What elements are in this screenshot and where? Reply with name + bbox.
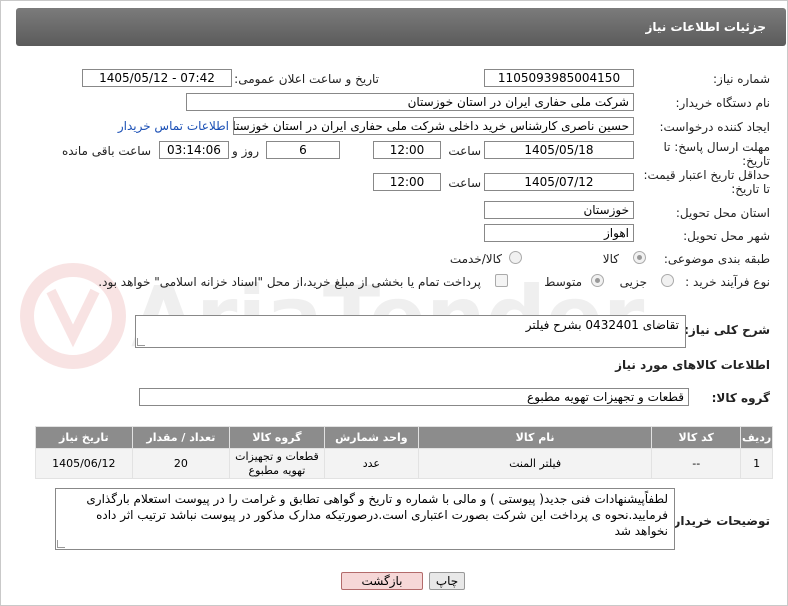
buyer-notes-text: لطفاًپیشنهادات فنی جدید( پیوستی ) و مالی… xyxy=(86,492,668,538)
goods-group-label: گروه کالا: xyxy=(711,391,770,405)
reply-deadline-label: مهلت ارسال پاسخ: تا xyxy=(663,140,770,154)
goods-group-field: قطعات و تجهیزات تهویه مطبوع xyxy=(139,388,689,406)
category-option-goods: کالا xyxy=(602,252,619,266)
reply-time-field: 12:00 xyxy=(373,141,441,159)
remaining-label: ساعت باقی مانده xyxy=(61,144,151,158)
price-date-field: 1405/07/12 xyxy=(484,173,634,191)
cell-row: 1 xyxy=(740,448,773,479)
process-radio-medium[interactable] xyxy=(591,274,604,287)
price-time-field: 12:00 xyxy=(373,173,441,191)
page-frame: جزئیات اطلاعات نیاز AriaTender.net شماره… xyxy=(0,0,788,606)
col-header-unit: واحد شمارش xyxy=(323,426,420,449)
category-radio-goods[interactable] xyxy=(633,251,646,264)
treasury-payment-checkbox[interactable] xyxy=(495,274,508,287)
back-button[interactable]: بازگشت xyxy=(341,572,423,590)
cell-group-text: قطعات و تجهیزات تهویه مطبوع xyxy=(235,449,319,477)
days-label: روز و xyxy=(232,144,259,158)
category-option-goods-service: کالا/خدمت xyxy=(449,252,502,266)
cell-name: فیلتر المنت xyxy=(418,448,653,479)
description-label: شرح کلی نیاز: xyxy=(684,323,770,337)
buyer-org-field: شرکت ملی حفاری ایران در استان خوزستان xyxy=(186,93,634,111)
announce-label: تاریخ و ساعت اعلان عمومی: xyxy=(234,72,379,86)
page-title: جزئیات اطلاعات نیاز xyxy=(16,8,786,46)
city-field: اهواز xyxy=(484,224,634,242)
process-radio-minor[interactable] xyxy=(661,274,674,287)
resize-handle-icon[interactable] xyxy=(137,338,145,346)
buyer-contact-link[interactable]: اطلاعات تماس خریدار xyxy=(118,119,229,133)
cell-date: 1405/06/12 xyxy=(35,448,133,479)
category-label: طبقه بندی موضوعی: xyxy=(663,252,770,266)
price-time-label: ساعت xyxy=(448,176,481,190)
goods-section-title: اطلاعات کالاهای مورد نیاز xyxy=(615,358,770,372)
announce-field: 1405/05/12 - 07:42 xyxy=(82,69,232,87)
creator-label: ایجاد کننده درخواست: xyxy=(659,120,770,134)
cell-quantity: 20 xyxy=(131,448,231,479)
reply-date-field: 1405/05/18 xyxy=(484,141,634,159)
col-header-row: ردیف xyxy=(740,426,773,449)
reply-time-label: ساعت xyxy=(448,144,481,158)
process-option-medium: متوسط xyxy=(544,275,582,289)
cell-group: قطعات و تجهیزات تهویه مطبوع xyxy=(229,448,325,479)
city-label: شهر محل تحویل: xyxy=(683,229,770,243)
need-number-field: 1105093985004150 xyxy=(484,69,634,87)
category-radio-goods-service[interactable] xyxy=(509,251,522,264)
reply-deadline-label-2: تاریخ: xyxy=(742,154,770,168)
col-header-name: نام کالا xyxy=(418,426,653,449)
province-field: خوزستان xyxy=(484,201,634,219)
cell-code: -- xyxy=(651,448,742,479)
buyer-notes-label: توضیحات خریدار: xyxy=(668,514,770,528)
buyer-org-label: نام دستگاه خریدار: xyxy=(675,96,771,110)
goods-table-header: ردیف کد کالا نام کالا واحد شمارش گروه کا… xyxy=(35,426,773,449)
need-number-label: شماره نیاز: xyxy=(713,72,770,86)
col-header-quantity: تعداد / مقدار xyxy=(131,426,231,449)
col-header-date: تاریخ نیاز xyxy=(35,426,133,449)
price-deadline-label: حداقل تاریخ اعتبار قیمت: xyxy=(643,168,770,182)
buyer-notes-field: لطفاًپیشنهادات فنی جدید( پیوستی ) و مالی… xyxy=(55,488,675,550)
days-field: 6 xyxy=(266,141,340,159)
description-field: تقاضای 0432401 بشرح فیلتر xyxy=(135,315,686,348)
creator-field: حسین ناصری کارشناس خرید داخلی شرکت ملی ح… xyxy=(233,117,634,135)
process-option-minor: جزیی xyxy=(619,275,647,289)
cell-unit: عدد xyxy=(323,448,420,479)
col-header-code: کد کالا xyxy=(651,426,742,449)
payment-note: پرداخت تمام یا بخشی از مبلغ خرید،از محل … xyxy=(98,275,481,289)
process-label: نوع فرآیند خرید : xyxy=(685,275,770,289)
remaining-time-field: 03:14:06 xyxy=(159,141,229,159)
table-row: 1 -- فیلتر المنت عدد قطعات و تجهیزات تهو… xyxy=(35,448,773,479)
price-deadline-label-2: تا تاریخ: xyxy=(731,182,770,196)
description-text: تقاضای 0432401 بشرح فیلتر xyxy=(525,318,679,332)
goods-table: ردیف کد کالا نام کالا واحد شمارش گروه کا… xyxy=(35,426,773,479)
resize-handle-icon[interactable] xyxy=(57,540,65,548)
province-label: استان محل تحویل: xyxy=(675,206,770,220)
col-header-group: گروه کالا xyxy=(229,426,325,449)
print-button[interactable]: چاپ xyxy=(429,572,465,590)
